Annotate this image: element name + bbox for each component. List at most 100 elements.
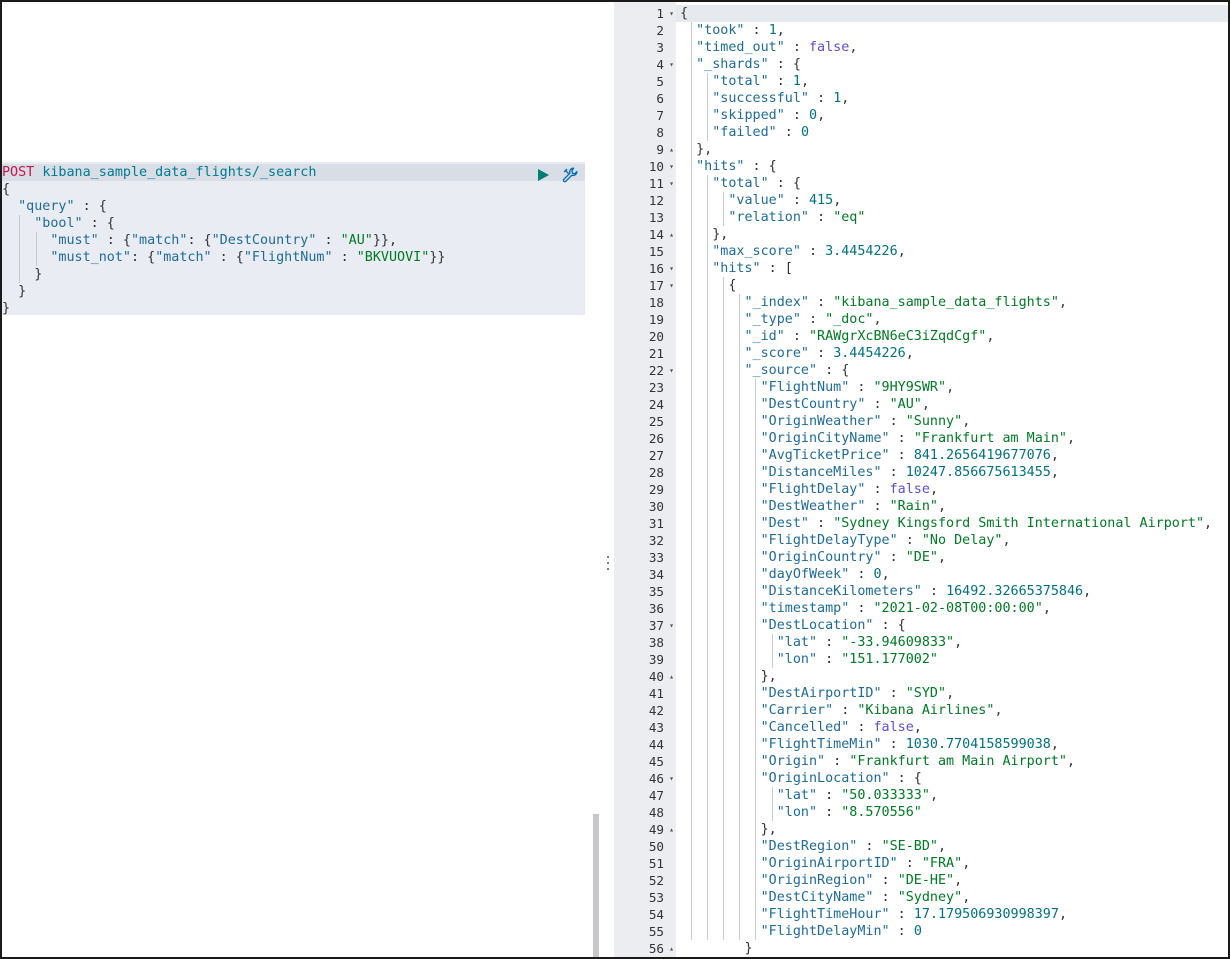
fold-arrow-icon[interactable]: ▾ — [669, 56, 674, 73]
response-code-line: "skipped" : 0, — [712, 108, 826, 123]
response-code-line: }, — [680, 142, 713, 157]
response-code-line: "hits" : { — [696, 159, 777, 174]
response-code-line: "Dest" : "Sydney Kingsford Smith Interna… — [760, 516, 1213, 531]
response-body[interactable]: { "took" : 1, "timed_out" : false, "_sha… — [680, 2, 1228, 957]
line-number: 45 — [648, 754, 664, 769]
indent-guide — [690, 22, 692, 940]
unfold-arrow-icon[interactable]: ▴ — [669, 668, 674, 685]
line-number: 22 ▾ — [648, 362, 674, 379]
response-code-line: "DistanceMiles" : 10247.856675613455, — [760, 465, 1059, 480]
fold-arrow-icon[interactable]: ▾ — [669, 617, 674, 634]
fold-arrow-icon[interactable]: ▾ — [669, 158, 674, 175]
line-number: 46 ▾ — [648, 770, 674, 787]
line-number: 49 ▴ — [648, 821, 674, 838]
line-number: 18 — [648, 295, 664, 310]
request-code-line[interactable]: } — [2, 300, 10, 317]
panel-resizer[interactable] — [602, 2, 614, 957]
line-number: 43 — [648, 720, 664, 735]
request-line[interactable]: POST kibana_sample_data_flights/_search — [2, 164, 585, 181]
response-code-line: "timestamp" : "2021-02-08T00:00:00", — [760, 601, 1051, 616]
line-number: 2 — [656, 23, 664, 38]
fold-arrow-icon[interactable]: ▾ — [669, 260, 674, 277]
indent-guide — [706, 73, 708, 141]
line-number: 47 — [648, 788, 664, 803]
line-number: 53 — [648, 890, 664, 905]
response-code-line: "value" : 415, — [728, 193, 842, 208]
response-code-line: { — [680, 6, 689, 21]
line-number: 51 — [648, 856, 664, 871]
response-code-line: "FlightTimeMin" : 1030.7704158599038, — [760, 737, 1059, 752]
unfold-arrow-icon[interactable]: ▴ — [669, 141, 674, 158]
line-number: 30 — [648, 499, 664, 514]
line-number: 27 — [648, 448, 664, 463]
line-number: 28 — [648, 465, 664, 480]
request-code-line[interactable]: "query" : { — [2, 198, 107, 215]
line-number: 8 — [656, 125, 664, 140]
request-code-line[interactable]: } — [2, 283, 26, 300]
line-number: 7 — [656, 108, 664, 123]
response-code-line: } — [680, 941, 753, 956]
line-number: 23 — [648, 380, 664, 395]
response-code-line: "took" : 1, — [696, 23, 785, 38]
line-number: 44 — [648, 737, 664, 752]
line-number: 35 — [648, 584, 664, 599]
wrench-icon[interactable] — [561, 166, 579, 184]
line-number: 14 ▴ — [648, 226, 674, 243]
indent-guide — [771, 787, 773, 821]
request-code-line[interactable]: } — [2, 266, 42, 283]
fold-arrow-icon[interactable]: ▾ — [669, 5, 674, 22]
line-number: 39 — [648, 652, 664, 667]
vertical-dots-icon — [606, 556, 610, 574]
response-code-line: "_type" : "_doc", — [744, 312, 882, 327]
line-number: 42 — [648, 703, 664, 718]
fold-arrow-icon[interactable]: ▾ — [669, 770, 674, 787]
response-code-line: "hits" : [ — [712, 261, 793, 276]
fold-arrow-icon[interactable]: ▾ — [669, 277, 674, 294]
response-code-line: "timed_out" : false, — [696, 40, 858, 55]
request-endpoint: kibana_sample_data_flights/_search — [42, 165, 317, 180]
response-code-line: "total" : 1, — [712, 74, 809, 89]
line-number: 32 — [648, 533, 664, 548]
response-code-line: "failed" : 0 — [712, 125, 809, 140]
request-code-line[interactable]: "must" : {"match": {"DestCountry" : "AU"… — [2, 232, 397, 249]
request-editor[interactable]: POST kibana_sample_data_flights/_search … — [2, 2, 602, 957]
console-window: POST kibana_sample_data_flights/_search … — [0, 0, 1230, 959]
unfold-arrow-icon[interactable]: ▴ — [669, 940, 674, 957]
response-code-line: "FlightTimeHour" : 17.179506930998397, — [760, 907, 1067, 922]
response-code-line: "FlightDelay" : false, — [760, 482, 938, 497]
line-number: 1 ▾ — [656, 5, 674, 22]
indent-guide — [771, 634, 773, 668]
line-number: 29 — [648, 482, 664, 497]
line-number: 3 — [656, 40, 664, 55]
line-number: 16 ▾ — [648, 260, 674, 277]
indent-guide — [706, 175, 708, 940]
line-number: 4 ▾ — [656, 56, 674, 73]
line-number: 41 — [648, 686, 664, 701]
play-icon[interactable] — [535, 167, 551, 183]
line-number: 12 — [648, 193, 664, 208]
response-viewer[interactable]: 1 ▾ 2 3 4 ▾ 5 6 7 8 9 ▴ 10 ▾ 11 ▾ 12 13 14 ▴ 15 16 ▾ 17 ▾ 18 19 20 2… — [614, 2, 1228, 957]
line-number: 21 — [648, 346, 664, 361]
line-number: 48 — [648, 805, 664, 820]
response-code-line: "FlightDelayMin" : 0 — [760, 924, 922, 939]
scrollbar[interactable] — [593, 814, 599, 957]
unfold-arrow-icon[interactable]: ▴ — [669, 821, 674, 838]
line-number-gutter: 1 ▾ 2 3 4 ▾ 5 6 7 8 9 ▴ 10 ▾ 11 ▾ 12 13 14 ▴ 15 16 ▾ 17 ▾ 18 19 20 2… — [614, 2, 676, 957]
unfold-arrow-icon[interactable]: ▴ — [669, 226, 674, 243]
fold-arrow-icon[interactable]: ▾ — [669, 175, 674, 192]
line-number: 10 ▾ — [648, 158, 674, 175]
response-code-line: "AvgTicketPrice" : 841.2656419677076, — [760, 448, 1059, 463]
response-code-line: { — [680, 278, 737, 293]
request-actions — [535, 165, 585, 185]
request-code-line[interactable]: { — [2, 181, 10, 198]
fold-arrow-icon[interactable]: ▾ — [669, 362, 674, 379]
response-code-line: "total" : { — [712, 176, 801, 191]
response-code-line: "successful" : 1, — [712, 91, 850, 106]
response-code-line: }, — [680, 227, 729, 242]
line-number: 34 — [648, 567, 664, 582]
response-code-line: "dayOfWeek" : 0, — [760, 567, 890, 582]
response-code-line: "DestLocation" : { — [760, 618, 906, 633]
response-code-line: "relation" : "eq" — [728, 210, 866, 225]
line-number: 33 — [648, 550, 664, 565]
request-code-line[interactable]: "must_not": {"match" : {"FlightNum" : "B… — [2, 249, 445, 266]
